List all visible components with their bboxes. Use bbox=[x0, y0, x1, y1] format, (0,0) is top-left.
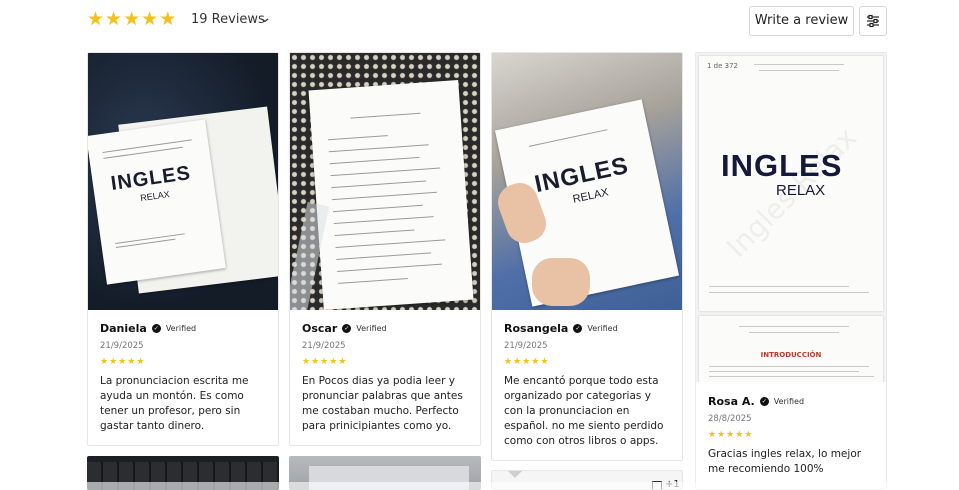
star-icon: ★ bbox=[136, 357, 145, 367]
review-photo[interactable]: INGLES RELAX bbox=[88, 53, 278, 310]
review-text: Gracias ingles relax, lo mejor me recomi… bbox=[708, 448, 862, 475]
verified-label: Verified bbox=[773, 397, 805, 406]
review-text: La pronunciacion escrita me ayuda un mon… bbox=[100, 375, 249, 432]
review-photo[interactable]: 1 de 372 INGLES RELAX Ingles Relax INTRO… bbox=[696, 53, 886, 383]
review-text: En Pocos dias ya podia leer y pronunciar… bbox=[302, 375, 463, 432]
star-icon: ★ bbox=[141, 8, 159, 30]
star-icon: ★ bbox=[320, 357, 329, 367]
star-icon: ★ bbox=[513, 357, 522, 367]
verified-check-icon: ✓ bbox=[342, 324, 352, 333]
reviewer-name: Rosangela bbox=[504, 322, 569, 335]
review-date: 21/9/2025 bbox=[504, 341, 548, 351]
star-icon: ★ bbox=[522, 357, 531, 367]
review-photo[interactable] bbox=[290, 53, 480, 310]
star-icon: ★ bbox=[127, 357, 136, 367]
review-card[interactable]: 1 de 372 INGLES RELAX Ingles Relax INTRO… bbox=[695, 52, 887, 490]
chevron-down-icon[interactable]: ⌄ bbox=[258, 10, 272, 26]
star-icon: ★ bbox=[531, 357, 540, 367]
reviews-header: ★ ★ ★ ★ ★ 19 Reviews ⌄ Write a review bbox=[87, 6, 887, 36]
star-icon: ★ bbox=[329, 357, 338, 367]
review-card[interactable]: INGLES RELAX Rosangela ✓ Verified 21/9/2… bbox=[491, 52, 683, 461]
verified-check-icon: ✓ bbox=[151, 324, 161, 333]
star-icon: ★ bbox=[118, 357, 127, 367]
star-icon: ★ bbox=[735, 430, 744, 440]
star-icon: ★ bbox=[87, 8, 105, 30]
star-icon: ★ bbox=[708, 430, 717, 440]
book-page bbox=[308, 80, 474, 310]
reviewer-name: Oscar bbox=[302, 322, 338, 335]
verified-label: Verified bbox=[356, 324, 387, 333]
book-page: INGLES RELAX bbox=[88, 119, 226, 285]
rating-stars: ★ ★ ★ ★ ★ bbox=[708, 431, 876, 440]
star-icon: ★ bbox=[744, 430, 753, 440]
star-icon: ★ bbox=[109, 357, 118, 367]
review-card[interactable]: INGLES RELAX Daniela ✓ Verified 21/9/202… bbox=[87, 52, 279, 446]
star-icon: ★ bbox=[540, 357, 549, 367]
average-rating-stars: ★ ★ ★ ★ ★ bbox=[87, 10, 176, 29]
write-review-button[interactable]: Write a review bbox=[749, 6, 854, 36]
rating-stars: ★ ★ ★ ★ ★ bbox=[504, 358, 672, 367]
star-icon: ★ bbox=[100, 357, 109, 367]
star-icon: ★ bbox=[302, 357, 311, 367]
rating-stars: ★ ★ ★ ★ ★ bbox=[100, 358, 268, 367]
reviewer-name: Daniela bbox=[100, 322, 147, 335]
review-photo[interactable]: INGLES RELAX bbox=[492, 53, 682, 310]
verified-check-icon: ✓ bbox=[759, 397, 769, 406]
page-indicator: 1 de 372 bbox=[707, 62, 739, 70]
star-icon: ★ bbox=[123, 8, 141, 30]
review-date: 21/9/2025 bbox=[302, 341, 346, 351]
star-icon: ★ bbox=[159, 8, 177, 30]
section-title: INTRODUCCIÓN bbox=[760, 351, 822, 359]
reviewer-name: Rosa A. bbox=[708, 395, 755, 408]
star-icon: ★ bbox=[338, 357, 347, 367]
filter-button[interactable] bbox=[859, 6, 887, 36]
scroll-fade bbox=[0, 482, 959, 490]
rating-stars: ★ ★ ★ ★ ★ bbox=[302, 358, 470, 367]
review-text: Me encantó porque todo esta organizado p… bbox=[504, 375, 664, 447]
review-card[interactable]: Oscar ✓ Verified 21/9/2025 ★ ★ ★ ★ ★ En Poco… bbox=[289, 52, 481, 446]
verified-label: Verified bbox=[165, 324, 197, 333]
book-page: INTRODUCCIÓN bbox=[699, 316, 883, 383]
review-date: 21/9/2025 bbox=[100, 341, 144, 351]
star-icon: ★ bbox=[105, 8, 123, 30]
book-page: 1 de 372 INGLES RELAX Ingles Relax bbox=[699, 56, 883, 311]
star-icon: ★ bbox=[311, 357, 320, 367]
play-icon bbox=[508, 471, 522, 478]
reviews-count[interactable]: 19 Reviews bbox=[191, 12, 265, 27]
review-date: 28/8/2025 bbox=[708, 414, 752, 424]
sliders-icon bbox=[867, 14, 879, 28]
star-icon: ★ bbox=[504, 357, 513, 367]
star-icon: ★ bbox=[717, 430, 726, 440]
verified-label: Verified bbox=[587, 324, 618, 333]
star-icon: ★ bbox=[726, 430, 735, 440]
verified-check-icon: ✓ bbox=[573, 324, 583, 333]
watermark: Ingles Relax bbox=[720, 121, 864, 264]
